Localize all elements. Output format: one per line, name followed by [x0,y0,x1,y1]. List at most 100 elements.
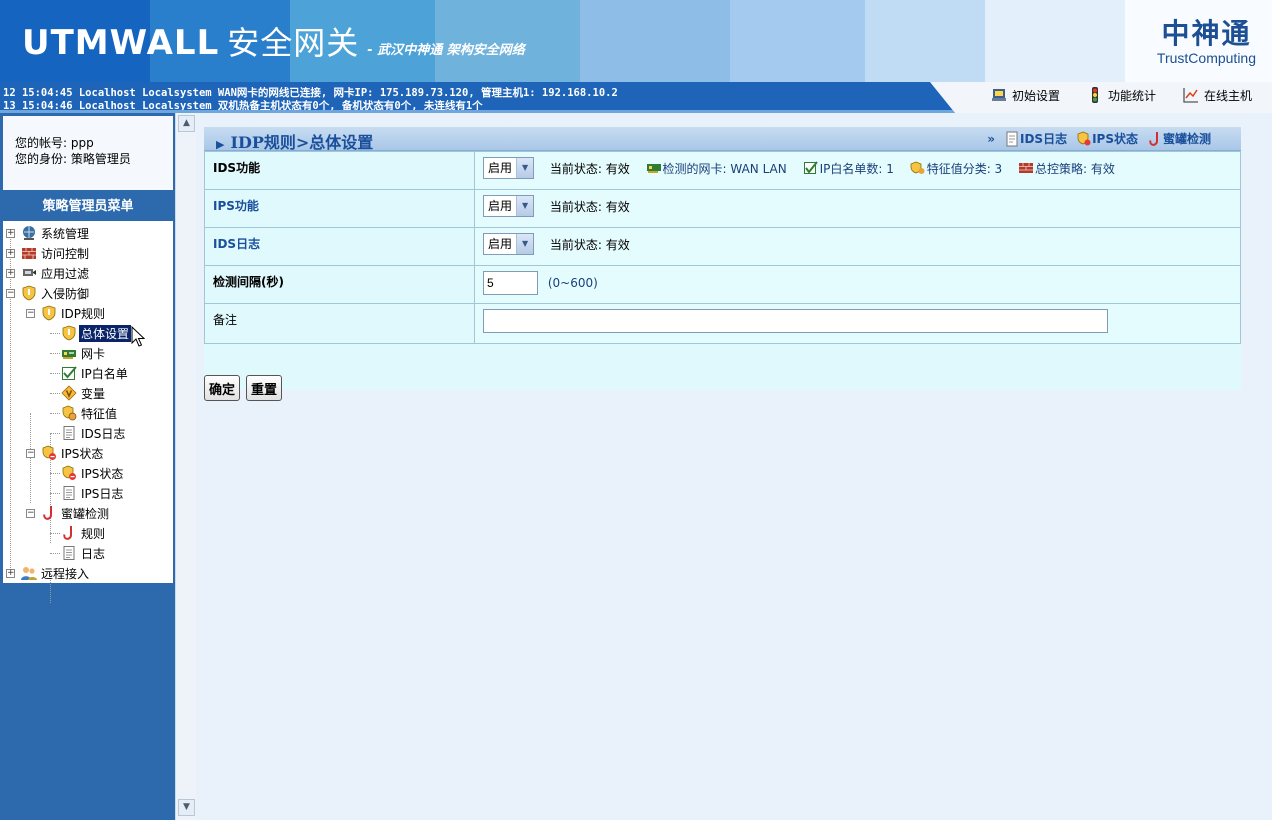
ids-function-value: 启用 [488,161,513,175]
log-ticker: 12 15:04:45 Localhost Localsystem WAN网卡的… [0,82,955,113]
chart-icon [1183,88,1199,103]
online-hosts-link-label: 在线主机 [1204,88,1253,103]
tree-item-access[interactable]: + 访问控制 [3,243,173,263]
interval-row: 检测间隔(秒) (0~600) [204,265,1241,304]
chevron-down-icon: ▼ [516,234,534,254]
detected-nic-text: 检测的网卡: WAN LAN [662,161,787,176]
online-hosts-link[interactable]: 在线主机 [1182,86,1252,104]
ids-log-label: IDS日志 [204,227,475,266]
panel-header: ▶ IDP规则>总体设置 » IDS日志 IPS状态 蜜罐检测 [204,127,1241,152]
tree-item-ipsstate[interactable]: − IPS状态 [3,443,173,463]
settings-table: IDS功能 启用 ▼ 当前状态: 有效 检测的网卡: WAN LAN IP白名单数… [204,151,1241,344]
chevron-down-icon: ▼ [516,158,534,178]
tree-item-label: 访问控制 [41,246,90,261]
master-policy-info: 总控策略: 有效 [1018,160,1115,177]
chevron-down-icon: ▼ [516,196,534,216]
ids-log-link[interactable]: IDS日志 [1005,130,1067,147]
ips-shield-icon [62,465,76,480]
tree-item-label: 入侵防御 [41,286,90,301]
form-buttons: 确定 重置 [204,375,283,401]
signature-shield-icon [910,161,925,174]
document-icon [1006,131,1018,146]
tree-item-remote[interactable]: + 远程接入 [3,563,173,583]
reset-button[interactable]: 重置 [246,375,283,401]
tree-item-label: 网卡 [81,346,106,361]
ips-shield-icon [1077,131,1091,145]
document-icon [63,546,75,560]
tree-item-ipsstate-sub[interactable]: IPS状态 [3,463,173,483]
tree-item-rule[interactable]: 规则 [3,523,173,543]
brand-name-cn: 安全网关 [227,24,360,62]
tree-item-signature[interactable]: 特征值 [3,403,173,423]
ids-log-link-label: IDS日志 [1020,132,1068,146]
ips-function-select[interactable]: 启用 ▼ [483,195,535,217]
menu-tree: + 系统管理 + 访问控制 + 应用过滤 − 入侵防御 − IDP规则 总体设置 [3,221,173,603]
signature-class-text: 特征值分类: 3 [926,161,1003,176]
ids-function-select[interactable]: 启用 ▼ [483,157,535,179]
setup-link[interactable]: 初始设置 [990,86,1060,104]
links-prefix: » [987,131,995,146]
tree-item-whitelist[interactable]: IP白名单 [3,363,173,383]
tree-item-honeypot[interactable]: − 蜜罐检测 [3,503,173,523]
shield-icon [42,305,56,321]
whitelist-count-text: IP白名单数: 1 [819,161,894,176]
tree-item-intrusion[interactable]: − 入侵防御 [3,283,173,303]
stats-link[interactable]: 功能统计 [1086,86,1156,104]
account-role: 您的身份: 策略管理员 [15,152,131,166]
ids-log-row: IDS日志 启用 ▼ 当前状态: 有效 [204,227,1241,266]
signature-class-info: 特征值分类: 3 [910,160,1003,177]
shield-icon [62,325,76,341]
tree-item-idp[interactable]: − IDP规则 [3,303,173,323]
filter-icon [23,269,36,276]
tree-item-nic[interactable]: 网卡 [3,343,173,363]
tree-item-label: IPS状态 [81,466,124,481]
tree-item-label: IPS日志 [81,486,124,501]
ips-function-row: IPS功能 启用 ▼ 当前状态: 有效 [204,189,1241,228]
sidebar: 您的帐号: ppp 您的身份: 策略管理员 策略管理员菜单 + 系统管理 + 访… [0,113,175,820]
status-bar: 12 15:04:45 Localhost Localsystem WAN网卡的… [0,82,1272,113]
tree-item-label: 蜜罐检测 [61,506,110,521]
scroll-down-button[interactable]: ▼ [178,799,195,816]
setup-icon [992,89,1006,101]
honeypot-link-label: 蜜罐检测 [1162,132,1211,146]
ticker-line-1: 12 15:04:45 Localhost Localsystem WAN网卡的… [3,87,618,99]
setup-link-label: 初始设置 [1012,88,1061,103]
detected-nic-info: 检测的网卡: WAN LAN [646,160,787,177]
tree-item-variable[interactable]: 变量 [3,383,173,403]
honeypot-link[interactable]: 蜜罐检测 [1148,130,1211,147]
logo-cn: 中神通 [1161,17,1252,50]
brand-name: UTMWALL [22,23,220,63]
tree-item-idslog[interactable]: IDS日志 [3,423,173,443]
main-content: ▶ IDP规则>总体设置 » IDS日志 IPS状态 蜜罐检测 IDS功能 启用 ▼… [196,113,1272,820]
note-input[interactable] [483,309,1108,333]
ids-log-select[interactable]: 启用 ▼ [483,233,535,255]
panel-links: » IDS日志 IPS状态 蜜罐检测 [987,130,1211,147]
firewall-icon [22,248,36,259]
tree-item-label: 变量 [81,386,106,401]
tree-item-ipslog[interactable]: IPS日志 [3,483,173,503]
settings-panel: ▶ IDP规则>总体设置 » IDS日志 IPS状态 蜜罐检测 IDS功能 启用 ▼… [204,127,1241,401]
tree-item-overall-settings[interactable]: 总体设置 [3,323,173,343]
ips-current-state: 当前状态: 有效 [549,199,630,214]
brand-title: UTMWALL 安全网关 - 武汉中神通 架构安全网络 [22,18,525,64]
company-logo: 中神通 TrustComputing [1157,12,1256,66]
tree-item-appfilter[interactable]: + 应用过滤 [3,263,173,283]
interval-input[interactable] [483,271,538,295]
scroll-up-button[interactable]: ▲ [178,115,195,132]
tree-item-label: IP白名单 [81,366,128,381]
tree-item-label: IPS状态 [61,446,104,461]
master-policy-text: 总控策略: 有效 [1035,161,1115,176]
ips-state-link[interactable]: IPS状态 [1077,130,1138,147]
tree-item-log[interactable]: 日志 [3,543,173,563]
ok-button[interactable]: 确定 [204,375,241,401]
document-icon [63,486,75,500]
checkbox-icon [62,366,77,380]
tree-item-system[interactable]: + 系统管理 [3,223,173,243]
tree-item-label: 规则 [81,526,106,541]
sidebar-scrollbar[interactable]: ▲ ▼ [175,113,196,820]
mouse-cursor-icon [131,326,145,347]
title-arrow-icon: ▶ [216,138,225,151]
ids-function-row: IDS功能 启用 ▼ 当前状态: 有效 检测的网卡: WAN LAN IP白名单数… [204,151,1241,190]
ids-log-value: 启用 [488,237,513,251]
tree-item-label: 总体设置 [79,324,132,342]
